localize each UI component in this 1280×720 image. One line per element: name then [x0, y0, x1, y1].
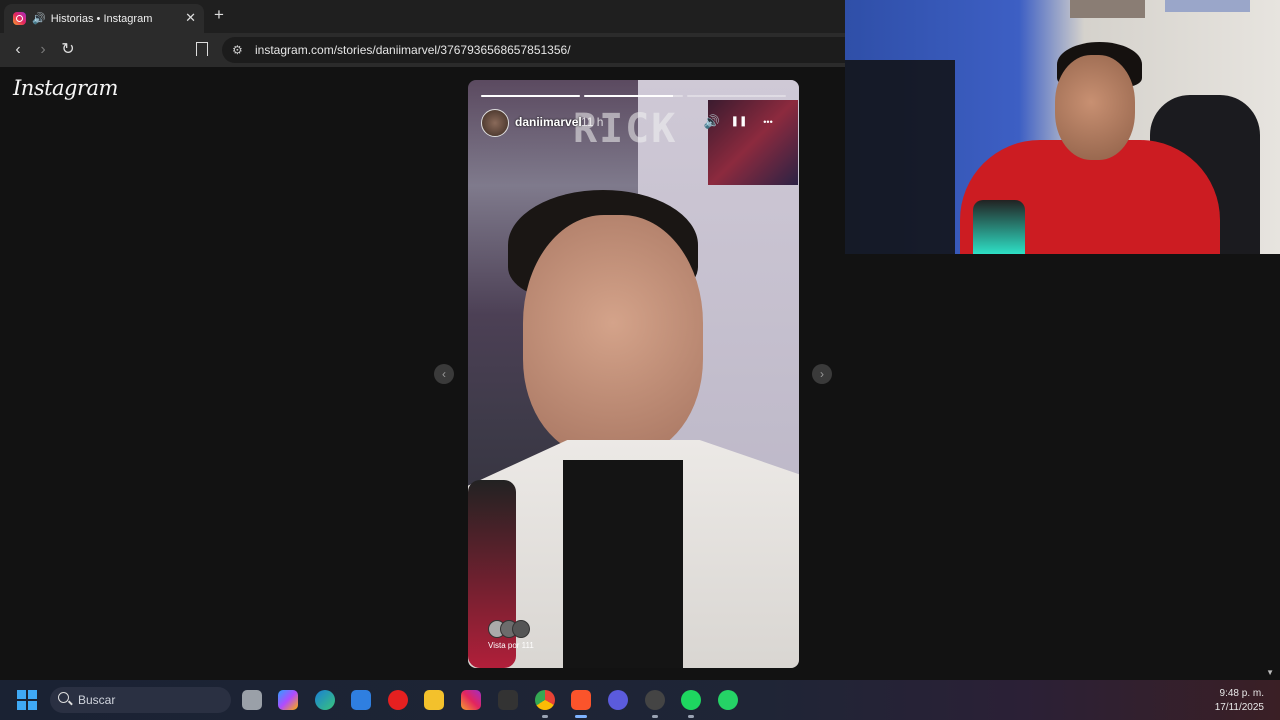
instagram-logo[interactable]: Instagram — [13, 76, 118, 100]
windows-logo-icon — [28, 690, 37, 699]
audio-playing-icon[interactable]: 🔊 — [32, 12, 46, 25]
whatsapp-icon[interactable] — [718, 690, 738, 710]
story-username[interactable]: daniimarvel — [515, 115, 582, 129]
chrome-icon[interactable] — [535, 690, 555, 718]
clock-time: 9:48 p. m. — [1219, 688, 1264, 699]
progress-segment — [584, 95, 683, 97]
webcam-overlay — [845, 0, 1280, 254]
spotify-icon[interactable] — [681, 690, 701, 718]
forward-button[interactable]: › — [33, 40, 53, 60]
clock-date: 17/11/2025 — [1214, 702, 1264, 713]
taskbar: Buscar 9:48 p. m. 17/11/2025 — [0, 680, 1280, 720]
instagram-icon[interactable] — [461, 690, 481, 710]
youtube-icon[interactable] — [388, 690, 408, 710]
browser-tab[interactable]: 🔊 Historias • Instagram ✕ — [4, 4, 204, 33]
progress-segment — [481, 95, 580, 97]
more-options-button[interactable]: ••• — [759, 113, 777, 131]
story-person-tee — [563, 460, 683, 668]
new-tab-button[interactable]: + — [214, 5, 224, 25]
reload-button[interactable]: ↻ — [58, 40, 78, 60]
cortana-icon[interactable] — [608, 690, 628, 710]
story-timestamp: 11 h — [581, 115, 604, 129]
windows-logo-icon — [28, 701, 37, 710]
search-icon — [58, 692, 69, 703]
copilot-icon[interactable] — [278, 690, 298, 710]
task-view-icon[interactable] — [242, 690, 262, 710]
file-explorer-icon[interactable] — [424, 690, 444, 710]
edge-icon[interactable] — [315, 690, 335, 710]
story-header: daniimarvel 11 h 🔊 ❚❚ ••• — [481, 107, 786, 137]
tab-close-icon[interactable]: ✕ — [185, 10, 196, 26]
obs-icon[interactable] — [645, 690, 665, 718]
site-settings-icon[interactable]: ⚙ — [232, 43, 243, 57]
windows-logo-icon — [17, 690, 26, 699]
story-viewer[interactable]: RICK daniimarvel 11 h 🔊 ❚❚ ••• Vista por… — [468, 80, 799, 668]
system-clock[interactable]: 9:48 p. m. 17/11/2025 — [1215, 687, 1264, 715]
taskbar-search[interactable]: Buscar — [50, 687, 231, 713]
url-text[interactable]: instagram.com/stories/daniimarvel/376793… — [255, 43, 571, 57]
avatar — [512, 620, 530, 638]
back-button[interactable]: ‹ — [8, 40, 28, 60]
progress-fill — [584, 95, 674, 97]
tab-strip: 🔊 Historias • Instagram ✕ + — [0, 0, 845, 33]
progress-fill — [481, 95, 580, 97]
volume-icon[interactable]: 🔊 — [703, 113, 721, 131]
pause-button[interactable]: ❚❚ — [730, 113, 748, 131]
windows-logo-icon — [17, 701, 26, 710]
avatar[interactable] — [481, 109, 509, 137]
webcam-microphone — [973, 200, 1025, 254]
epic-games-icon[interactable] — [498, 690, 518, 710]
tab-title: Historias • Instagram — [50, 12, 153, 25]
story-progress-bar — [481, 95, 786, 97]
brave-icon[interactable] — [571, 690, 591, 718]
viewer-avatars[interactable] — [488, 620, 538, 640]
progress-segment — [687, 95, 786, 97]
address-bar[interactable]: ⚙ instagram.com/stories/daniimarvel/3767… — [222, 37, 845, 63]
bookmark-icon[interactable] — [196, 42, 208, 62]
webcam-person-head — [1055, 55, 1135, 160]
seen-by-count[interactable]: Vista por 111 — [488, 641, 534, 650]
story-person-face — [523, 215, 703, 455]
start-button[interactable] — [17, 690, 37, 710]
webcam-desk — [845, 60, 955, 254]
scroll-down-arrow-icon[interactable]: ▼ — [1266, 668, 1274, 677]
navigation-bar: ‹ › ↻ ⚙ instagram.com/stories/daniimarve… — [0, 33, 845, 67]
webcam-shelf — [1070, 0, 1145, 18]
next-story-button[interactable]: › — [812, 364, 832, 384]
search-input[interactable]: Buscar — [78, 693, 115, 707]
webcam-shelf — [1165, 0, 1250, 12]
store-icon[interactable] — [351, 690, 371, 710]
instagram-favicon-icon — [13, 12, 26, 25]
previous-story-button[interactable]: ‹ — [434, 364, 454, 384]
